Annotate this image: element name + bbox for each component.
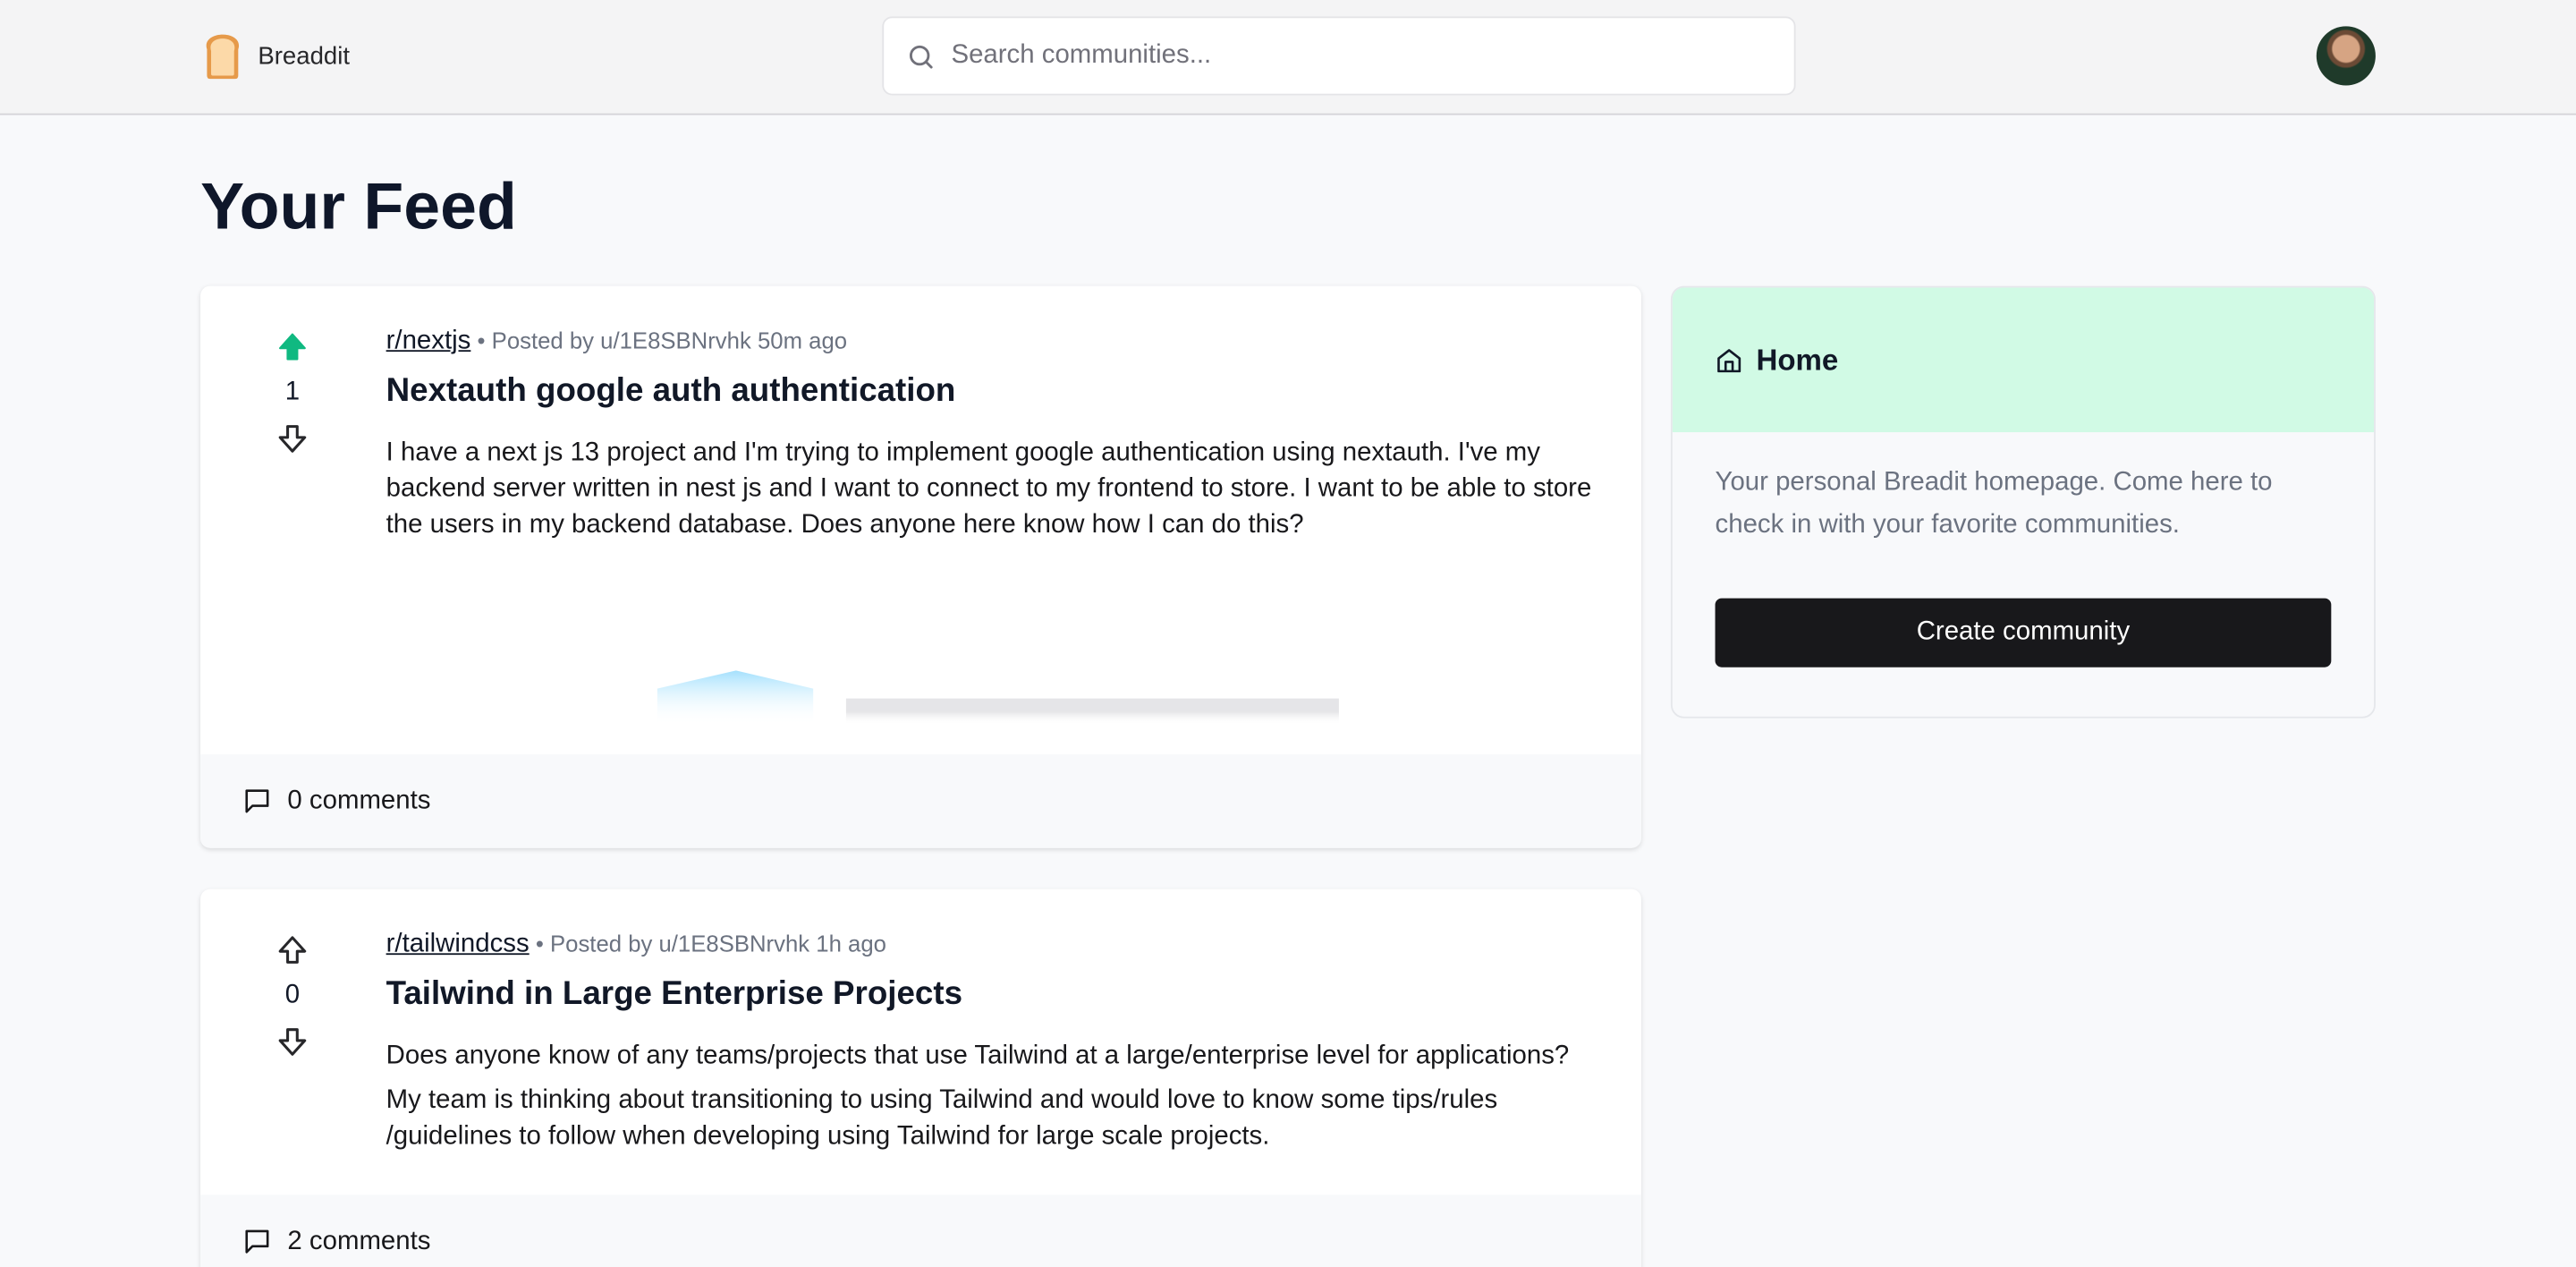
- comments-count: 2 comments: [287, 1227, 431, 1255]
- embedded-image-preview: [657, 669, 1347, 725]
- home-icon: [1717, 348, 1741, 372]
- post-meta: r/tailwindcss • Posted by u/1E8SBNrvhk 1…: [386, 931, 1596, 960]
- posted-by: Posted by u/1E8SBNrvhk: [491, 327, 751, 353]
- navbar: Breaddit: [0, 0, 2576, 115]
- arrow-up-icon[interactable]: [276, 933, 309, 966]
- post-body: I have a next js 13 project and I'm tryi…: [386, 438, 1592, 540]
- meta-separator: •: [535, 930, 544, 957]
- create-community-button[interactable]: Create community: [1715, 598, 2332, 668]
- sidebar-description: Your personal Breadit homepage. Come her…: [1715, 468, 2273, 540]
- comments-count: 0 comments: [287, 786, 431, 815]
- post-footer[interactable]: 0 comments: [200, 754, 1641, 848]
- post-title[interactable]: Tailwind in Large Enterprise Projects: [386, 976, 1596, 1014]
- post-body-line: Does anyone know of any teams/projects t…: [386, 1042, 1570, 1070]
- app-name: Breaddit: [258, 42, 350, 71]
- subreddit-link[interactable]: r/nextjs: [386, 327, 471, 355]
- logo-link[interactable]: Breaddit: [200, 33, 350, 81]
- comment-icon: [245, 1229, 269, 1254]
- sidebar-title: Home: [1756, 342, 1839, 376]
- subreddit-link[interactable]: r/tailwindcss: [386, 931, 530, 958]
- arrow-down-icon[interactable]: [276, 422, 309, 455]
- post-content: r/tailwindcss • Posted by u/1E8SBNrvhk 1…: [386, 931, 1596, 1156]
- post-time: 50m ago: [757, 327, 848, 353]
- post-meta: r/nextjs • Posted by u/1E8SBNrvhk 50m ag…: [386, 327, 1596, 357]
- home-sidebar: Home Your personal Breadit homepage. Com…: [1670, 285, 2376, 719]
- post-footer[interactable]: 2 comments: [200, 1195, 1641, 1267]
- vote-panel: 1: [263, 330, 322, 455]
- comment-icon: [245, 789, 269, 813]
- vote-count: 0: [284, 981, 301, 1009]
- post-card: 1 r/nextjs • Posted by u/1E8SBNrvhk 50m …: [200, 285, 1641, 848]
- search-icon: [909, 44, 933, 68]
- bread-logo-icon: [206, 34, 240, 80]
- search-bar[interactable]: [882, 16, 1796, 96]
- post-card: 0 r/tailwindcss • Posted by u/1E8SBNrvhk…: [200, 889, 1641, 1267]
- sidebar-header: Home: [1672, 287, 2375, 433]
- post-body-line: My team is thinking about transitioning …: [386, 1086, 1498, 1151]
- arrow-up-icon[interactable]: [276, 330, 309, 363]
- posted-by: Posted by u/1E8SBNrvhk: [549, 930, 810, 957]
- page-title: Your Feed: [200, 171, 517, 243]
- arrow-down-icon[interactable]: [276, 1025, 309, 1059]
- post-title[interactable]: Nextauth google auth authentication: [386, 373, 1596, 411]
- vote-panel: 0: [263, 933, 322, 1059]
- meta-separator: •: [477, 327, 486, 353]
- user-avatar[interactable]: [2316, 26, 2376, 86]
- post-content: r/nextjs • Posted by u/1E8SBNrvhk 50m ag…: [386, 327, 1596, 544]
- search-input[interactable]: [951, 40, 1741, 71]
- page: Breaddit Your Feed 1 r/nextjs • Poste: [0, 0, 2576, 1267]
- vote-count: 1: [284, 378, 301, 406]
- post-body: Does anyone know of any teams/projects t…: [386, 1039, 1596, 1155]
- post-time: 1h ago: [816, 930, 886, 957]
